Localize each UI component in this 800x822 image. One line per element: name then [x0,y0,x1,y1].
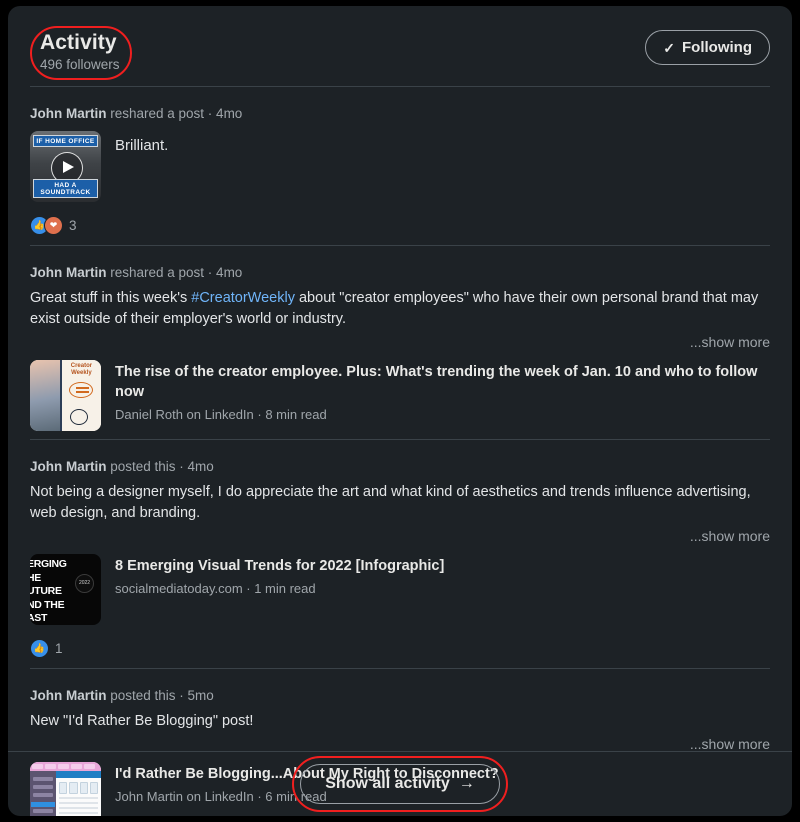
reaction-count: 1 [55,641,63,656]
thumbnail-cover: Creator Weekly [59,360,101,431]
article-body: 8 Emerging Visual Trends for 2022 [Infog… [115,554,444,598]
following-button[interactable]: ✓ Following [645,30,770,65]
activity-feed: John Martin reshared a post · 4mo IF HOM… [8,86,792,816]
hashtag-link[interactable]: #CreatorWeekly [191,290,295,306]
activity-footer: Show all activity → [8,751,792,816]
thumbnail-label: Creator Weekly [70,363,93,376]
article-card[interactable]: Creator Weekly The rise of the creator e… [30,360,770,431]
love-icon: ❤ [44,216,63,235]
thumbnail-badge: 2022 [75,574,94,593]
post-text-before: Great stuff in this week's [30,290,192,306]
post-item[interactable]: John Martin reshared a post · 4mo Great … [30,246,770,439]
arrow-right-icon: → [458,775,475,792]
post-action: posted this · 5mo [106,688,214,703]
video-caption-bottom: HAD A SOUNDTRACK [33,179,98,198]
show-all-activity-button[interactable]: Show all activity → [300,764,500,804]
post-body: Brilliant. [115,137,169,154]
show-all-wrapper: Show all activity → [292,756,508,812]
article-title: The rise of the creator employee. Plus: … [115,364,758,400]
reaction-count: 3 [69,218,77,233]
thumbnail-illustration [30,360,60,431]
post-body: Great stuff in this week's #CreatorWeekl… [30,288,770,330]
page-title: Activity [40,31,117,54]
show-more-link[interactable]: ...show more [30,332,770,352]
video-caption-top: IF HOME OFFICE [33,135,98,147]
post-meta: John Martin posted this · 5mo [30,687,770,705]
post-author: John Martin [30,106,107,121]
lines-icon [68,382,93,398]
following-button-label: Following [682,39,752,56]
article-card[interactable]: ERGING HE UTURE ND THE AST 2022 8 Emergi… [30,554,770,625]
article-thumbnail: ERGING HE UTURE ND THE AST 2022 [30,554,101,625]
post-meta: John Martin reshared a post · 4mo [30,264,770,282]
activity-title-group: Activity 496 followers [30,26,132,80]
post-author: John Martin [30,688,107,703]
like-icon: 👍 [30,639,49,658]
reactions-row[interactable]: 👍 ❤ 3 [30,216,770,235]
post-body: Not being a designer myself, I do apprec… [30,484,751,521]
post-action: reshared a post · 4mo [106,106,243,121]
post-item[interactable]: John Martin posted this · 4mo Not being … [30,440,770,668]
post-action: posted this · 4mo [106,459,214,474]
video-thumbnail[interactable]: IF HOME OFFICE HAD A SOUNDTRACK [30,131,101,202]
article-subtitle: socialmediatoday.com · 1 min read [115,581,316,596]
post-author: John Martin [30,265,107,280]
activity-card: Activity 496 followers ✓ Following John … [8,6,792,816]
show-more-link[interactable]: ...show more [30,526,770,546]
article-body: The rise of the creator employee. Plus: … [115,360,770,424]
check-icon: ✓ [663,39,676,56]
post-action: reshared a post · 4mo [106,265,243,280]
activity-header: Activity 496 followers ✓ Following [8,6,792,86]
article-thumbnail: Creator Weekly [30,360,101,431]
post-meta: John Martin posted this · 4mo [30,458,770,476]
article-subtitle: Daniel Roth on LinkedIn · 8 min read [115,407,327,422]
post-item[interactable]: John Martin reshared a post · 4mo IF HOM… [30,87,770,245]
show-all-activity-label: Show all activity [325,775,450,792]
reaction-icons: 👍 [30,639,49,658]
post-meta: John Martin reshared a post · 4mo [30,105,770,123]
post-author: John Martin [30,459,107,474]
followers-count: 496 followers [40,57,120,72]
post-media-row: IF HOME OFFICE HAD A SOUNDTRACK Brillian… [30,131,770,202]
post-body: New "I'd Rather Be Blogging" post! [30,713,254,729]
reactions-row[interactable]: 👍 1 [30,639,770,658]
comment-bubble-icon [69,409,88,425]
reaction-icons: 👍 ❤ [30,216,63,235]
thumbnail-text: ERGING HE UTURE ND THE AST [30,558,67,624]
article-title: 8 Emerging Visual Trends for 2022 [Infog… [115,558,445,574]
